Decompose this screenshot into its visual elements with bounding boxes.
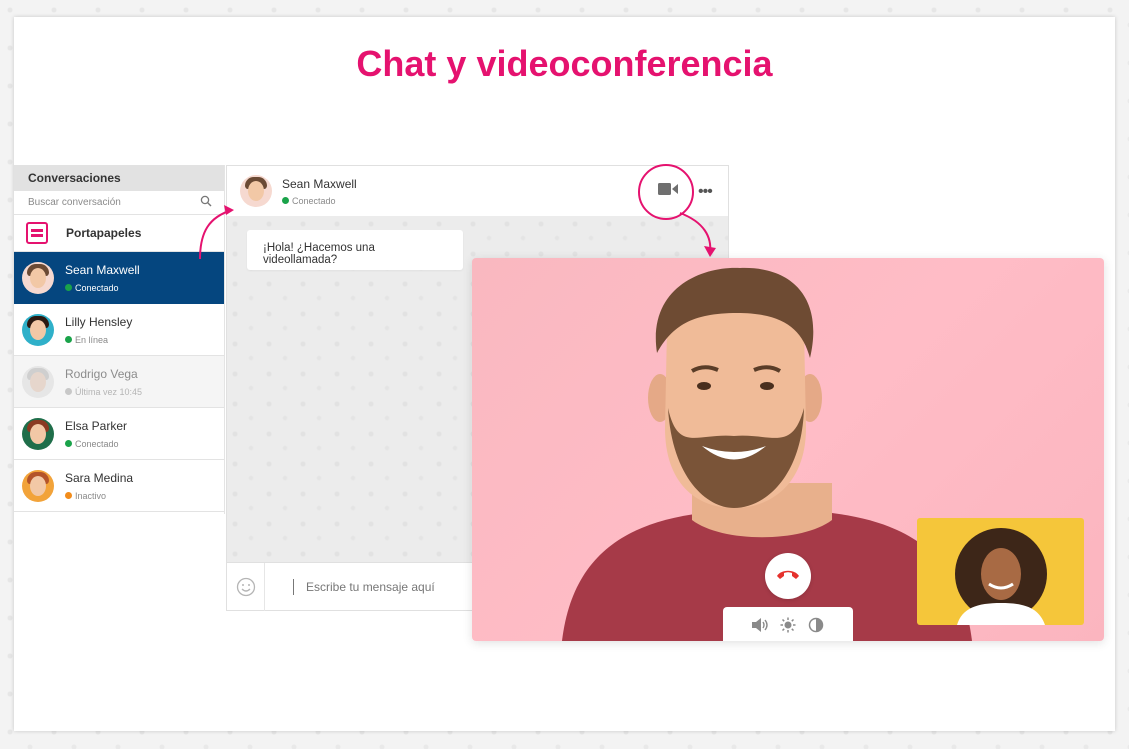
contact-name: Sara Medina <box>65 470 134 485</box>
contact-name: Lilly Hensley <box>65 314 133 329</box>
contact-item-rodrigo-vega[interactable]: Rodrigo Vega Última vez 10:45 <box>14 356 224 408</box>
more-options-icon[interactable]: ••• <box>698 183 713 201</box>
online-status-dot <box>65 336 72 343</box>
contact-item-sara-medina[interactable]: Sara Medina Inactivo <box>14 460 224 512</box>
conversations-sidebar: Conversaciones Buscar conversación Porta… <box>14 165 225 514</box>
clipboard-label: Portapapeles <box>66 226 142 240</box>
contrast-icon[interactable] <box>807 616 825 634</box>
contact-status: Conectado <box>65 439 127 449</box>
search-conversation-field[interactable]: Buscar conversación <box>14 191 224 215</box>
chat-header: Sean Maxwell Conectado ••• <box>227 166 728 216</box>
video-camera-icon[interactable] <box>657 181 679 202</box>
self-view-video <box>917 518 1084 625</box>
message-input-placeholder: Escribe tu mensaje aquí <box>306 579 435 594</box>
contact-item-elsa-parker[interactable]: Elsa Parker Conectado <box>14 408 224 460</box>
video-call-window <box>472 258 1104 641</box>
contact-name: Elsa Parker <box>65 418 128 433</box>
contact-status: Última vez 10:45 <box>65 387 142 397</box>
contact-name: Rodrigo Vega <box>65 366 138 381</box>
contact-item-sean-maxwell[interactable]: Sean Maxwell Conectado <box>14 252 224 304</box>
avatar <box>22 365 54 398</box>
search-icon[interactable] <box>200 195 212 210</box>
emoji-icon[interactable] <box>227 562 265 611</box>
away-status-dot <box>65 492 72 499</box>
chat-message: ¡Hola! ¿Hacemos una videollamada? <box>247 230 463 270</box>
chat-contact-status: Conectado <box>282 196 357 206</box>
avatar <box>240 175 272 207</box>
volume-icon[interactable] <box>751 616 769 634</box>
call-controls-bar <box>723 607 853 641</box>
page-title: Chat y videoconferencia <box>356 43 773 84</box>
online-status-dot <box>65 440 72 447</box>
hangup-icon <box>775 567 801 586</box>
message-input[interactable]: Escribe tu mensaje aquí <box>293 578 435 595</box>
online-status-dot <box>282 197 289 204</box>
online-status-dot <box>65 284 72 291</box>
contact-status: Inactivo <box>65 491 133 501</box>
avatar <box>22 417 54 450</box>
contact-status: Conectado <box>65 283 140 293</box>
chat-contact-name: Sean Maxwell <box>282 176 357 191</box>
contact-status: En línea <box>65 335 132 345</box>
avatar <box>22 261 54 294</box>
offline-status-dot <box>65 388 72 395</box>
avatar <box>22 313 54 346</box>
clipboard-item[interactable]: Portapapeles <box>14 215 224 252</box>
avatar <box>22 469 54 502</box>
hangup-button[interactable] <box>765 553 811 599</box>
search-placeholder: Buscar conversación <box>28 197 121 208</box>
clipboard-icon <box>26 222 48 244</box>
contact-item-lilly-hensley[interactable]: Lilly Hensley En línea <box>14 304 224 356</box>
contact-name: Sean Maxwell <box>65 262 140 277</box>
brightness-icon[interactable] <box>779 616 797 634</box>
sidebar-header: Conversaciones <box>14 165 224 191</box>
feature-card: Chat y videoconferencia Conversaciones B… <box>14 17 1115 731</box>
